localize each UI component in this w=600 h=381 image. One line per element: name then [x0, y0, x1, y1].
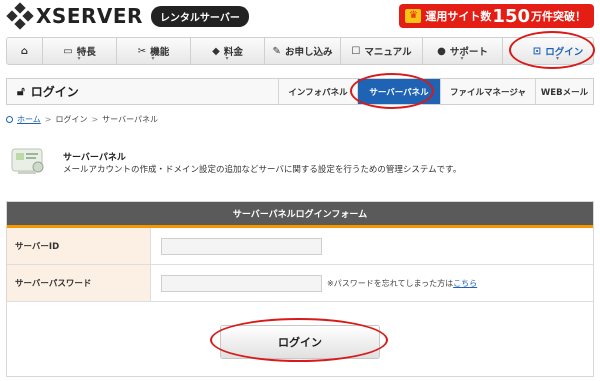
forgot-password-note: ※パスワードを忘れてしまった方はこちら — [327, 278, 477, 289]
crown-icon: ♛ — [405, 9, 422, 23]
form-title: サーバーパネルログインフォーム — [7, 202, 593, 228]
panel-tabs: インフォパネル サーバーパネル ファイルマネージャ WEBメール — [278, 79, 593, 104]
book-icon: ☐ — [351, 45, 361, 57]
banner-pre: 運用サイト数 — [425, 10, 492, 23]
login-button[interactable]: ログイン — [220, 325, 380, 359]
nav-manual[interactable]: ☐ マニュアル — [341, 38, 423, 64]
nav-label: マニュアル — [364, 47, 412, 58]
breadcrumb-separator: > — [44, 115, 52, 124]
unlock-icon: 🔓︎ — [17, 84, 25, 98]
lock-icon: ⊡ — [532, 45, 542, 57]
nav-apply[interactable]: ✎ お申し込み — [265, 38, 341, 64]
tab-webmail[interactable]: WEBメール — [535, 79, 593, 104]
tab-file-manager[interactable]: ファイルマネージャ — [440, 79, 535, 104]
forgot-password-link[interactable]: こちら — [453, 279, 477, 288]
server-password-label: サーバーパスワード — [7, 265, 151, 301]
user-icon: ● — [437, 45, 446, 57]
circle-icon — [6, 116, 13, 123]
forgot-password-text: ※パスワードを忘れてしまった方は — [327, 278, 454, 288]
nav-support[interactable]: ● サポート ▾ — [423, 38, 503, 64]
home-icon: ⌂ — [20, 45, 29, 57]
xserver-logo[interactable]: XSERVER レンタルサーバー — [6, 2, 249, 30]
main-nav: ⌂ ▭ 特長 ▾ ✂ 機能 ▾ ◆ 料金 ▾ ✎ お申し込み ☐ マニュアル ●… — [6, 37, 594, 65]
intro-description: メールアカウントの作成・ドメイン設定の追加などサーバに関する設定を行うための管理… — [63, 165, 462, 175]
server-id-row: サーバーID — [7, 228, 593, 265]
server-id-input[interactable] — [161, 237, 322, 255]
button-area: ログイン — [7, 302, 593, 376]
tab-server-panel[interactable]: サーバーパネル — [357, 79, 440, 104]
nav-login[interactable]: ⊡ ログイン ▾ — [503, 38, 600, 64]
tag-icon: ◆ — [212, 45, 220, 57]
login-form: サーバーパネルログインフォーム サーバーID サーバーパスワード ※パスワードを… — [6, 201, 594, 377]
nav-label: サポート — [449, 47, 488, 58]
nav-features[interactable]: ▭ 特長 ▾ — [43, 38, 117, 64]
server-id-cell — [151, 228, 593, 264]
breadcrumb-current: サーバーパネル — [102, 115, 159, 124]
banner-post: 万件突破！ — [531, 10, 586, 23]
logo-subtitle: レンタルサーバー — [150, 5, 249, 27]
breadcrumb-login: ログイン — [55, 115, 88, 124]
banner-number: 150 — [492, 5, 530, 27]
pencil-icon: ✎ — [272, 45, 281, 57]
tab-info-panel[interactable]: インフォパネル — [278, 79, 357, 104]
intro-title: サーバーパネル — [63, 153, 126, 163]
tools-icon: ✂ — [137, 45, 147, 57]
breadcrumb: ホーム > ログイン > サーバーパネル — [6, 114, 158, 125]
breadcrumb-home-link[interactable]: ホーム — [17, 114, 41, 125]
chevron-down-icon: ▾ — [225, 55, 229, 62]
server-password-cell: ※パスワードを忘れてしまった方はこちら — [151, 265, 593, 301]
nav-functions[interactable]: ✂ 機能 ▾ — [117, 38, 191, 64]
server-id-label: サーバーID — [7, 228, 151, 264]
page-title-text: ログイン — [30, 85, 79, 99]
server-panel-icon — [11, 148, 44, 174]
server-password-input[interactable] — [161, 274, 322, 292]
nav-pricing[interactable]: ◆ 料金 ▾ — [191, 38, 265, 64]
nav-label: お申し込み — [284, 47, 333, 58]
logo-text: XSERVER — [36, 4, 143, 28]
chevron-down-icon: ▾ — [460, 55, 464, 62]
breadcrumb-separator: > — [91, 115, 99, 124]
chevron-down-icon: ▾ — [151, 55, 155, 62]
nav-label: ログイン — [545, 47, 584, 58]
logo-diamond-icon — [6, 2, 34, 30]
server-password-row: サーバーパスワード ※パスワードを忘れてしまった方はこちら — [7, 265, 593, 302]
chevron-down-icon: ▾ — [77, 55, 81, 62]
nav-home[interactable]: ⌂ — [7, 38, 43, 64]
monitor-icon: ▭ — [63, 45, 73, 57]
page-title: 🔓︎ ログイン — [7, 83, 278, 100]
chevron-down-icon: ▾ — [556, 55, 560, 62]
login-subheader: 🔓︎ ログイン インフォパネル サーバーパネル ファイルマネージャ WEBメール — [6, 78, 594, 105]
sites-count-banner[interactable]: ♛ 運用サイト数 150 万件突破！ — [399, 4, 594, 28]
